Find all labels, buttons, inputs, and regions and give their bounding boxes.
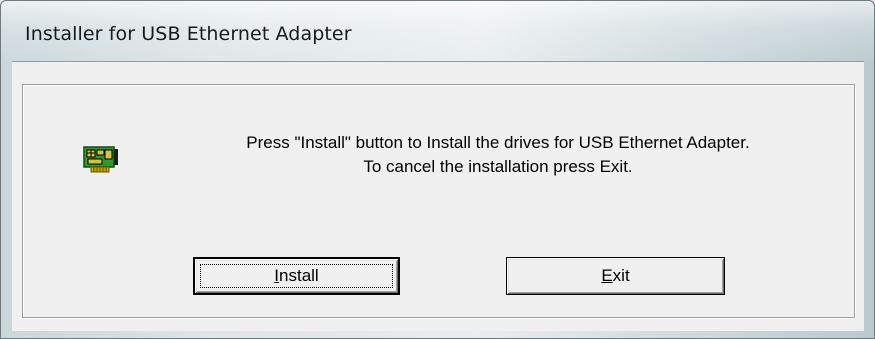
installer-window: Installer for USB Ethernet Adapter Press… [0,0,875,339]
install-label-rest: nstall [279,266,319,285]
message-line-1: Press "Install" button to Install the dr… [246,133,750,152]
message-line-2: To cancel the installation press Exit. [363,157,633,176]
install-button[interactable]: Install [193,257,400,295]
title-bar[interactable]: Installer for USB Ethernet Adapter [1,1,874,61]
instruction-message: Press "Install" button to Install the dr… [173,131,823,179]
exit-button[interactable]: Exit [506,257,725,295]
network-card-icon [83,146,118,173]
exit-button-label: Exit [601,266,629,285]
install-button-label: Install [274,266,318,285]
dialog-client-area: Press "Install" button to Install the dr… [12,61,864,331]
group-box: Press "Install" button to Install the dr… [22,84,855,318]
exit-label-rest: xit [612,266,630,285]
window-title: Installer for USB Ethernet Adapter [25,23,352,45]
exit-mnemonic: E [601,266,613,285]
